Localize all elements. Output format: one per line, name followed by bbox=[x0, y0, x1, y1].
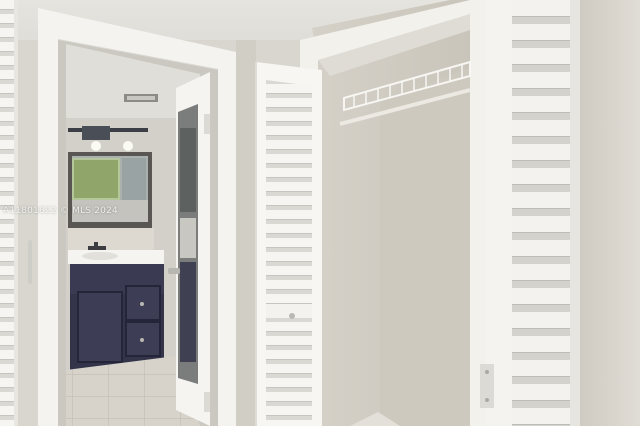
light-bulb bbox=[123, 141, 133, 151]
left-louvered-door bbox=[0, 0, 16, 426]
right-wall bbox=[580, 0, 640, 426]
left-door-latch bbox=[28, 240, 32, 284]
door-handle bbox=[168, 268, 180, 274]
cabinet-door bbox=[77, 291, 123, 363]
light-bulb bbox=[91, 141, 101, 151]
room-photo: A11801822 © MLS 2024 bbox=[0, 0, 640, 426]
closet-door-knob bbox=[289, 313, 295, 319]
wall-between-doors bbox=[236, 40, 256, 426]
photo-scene bbox=[0, 0, 640, 426]
closet-side-wall bbox=[380, 68, 470, 426]
